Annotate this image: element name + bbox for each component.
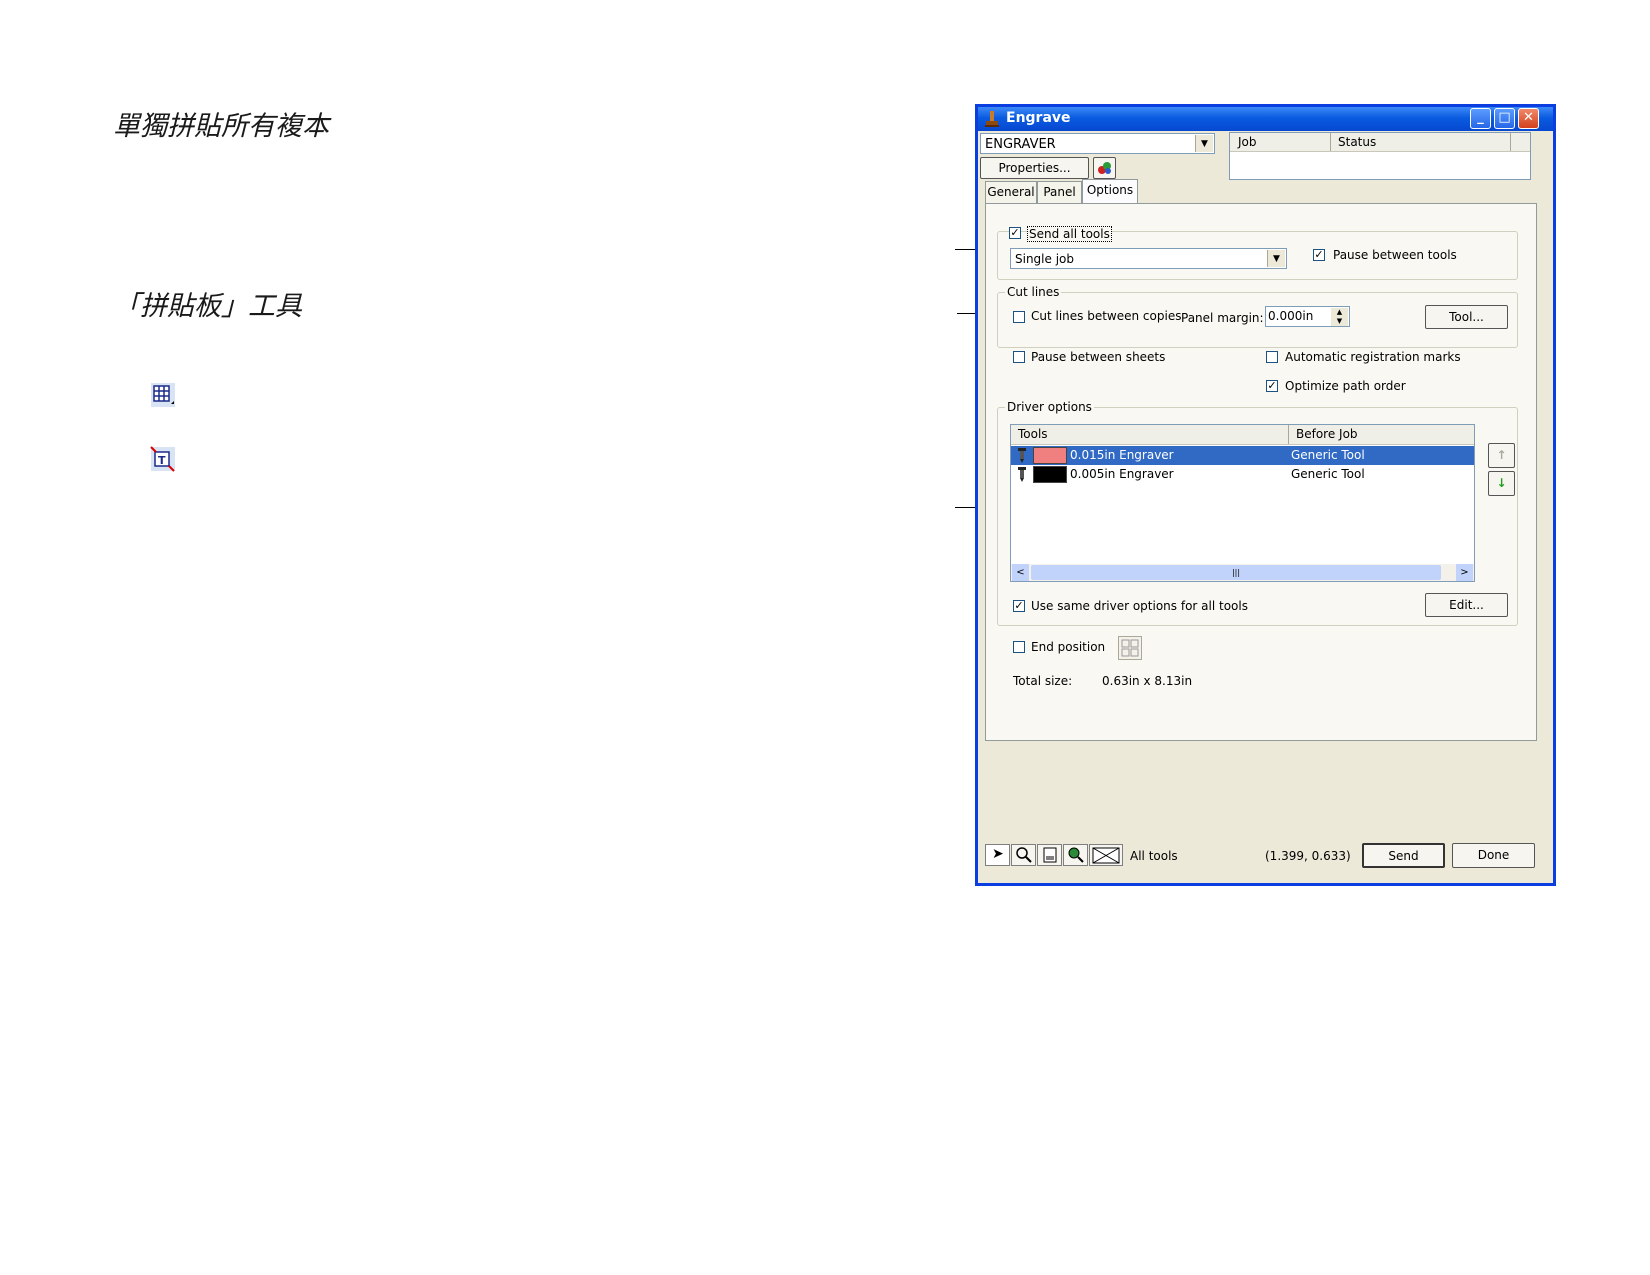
job-mode-value: Single job (1015, 252, 1074, 266)
minimize-button[interactable]: _ (1470, 108, 1491, 129)
status-tools-label: All tools (1130, 849, 1178, 863)
driver-options-legend: Driver options (1005, 400, 1094, 414)
table-row[interactable]: 0.005in Engraver Generic Tool (1011, 465, 1474, 484)
cut-lines-between-copies-checkbox[interactable] (1013, 311, 1025, 323)
pause-between-tools-checkbox[interactable]: ✓ (1313, 249, 1325, 261)
svg-text:T: T (158, 454, 166, 467)
chevron-down-icon[interactable]: ▼ (1195, 135, 1213, 152)
panel-margin-input[interactable]: 0.000in ▲ ▼ (1265, 306, 1350, 327)
device-select[interactable]: ENGRAVER ▼ (980, 133, 1215, 154)
cut-tool-button[interactable]: Tool... (1425, 305, 1508, 329)
zoom-icon (1016, 847, 1032, 863)
color-circles-icon (1097, 162, 1111, 174)
job-mode-select[interactable]: Single job ▼ (1010, 248, 1287, 269)
text-frame-icon: T (150, 446, 175, 472)
done-button[interactable]: Done (1452, 843, 1535, 868)
maximize-button[interactable]: □ (1494, 108, 1515, 129)
job-status-table[interactable]: Job Status (1229, 132, 1531, 180)
spin-up-arrow-icon[interactable]: ▲ (1331, 308, 1348, 317)
spin-down-arrow-icon[interactable]: ▼ (1331, 317, 1348, 326)
optimize-path-checkbox[interactable]: ✓ (1266, 380, 1278, 392)
edit-button[interactable]: Edit... (1425, 593, 1508, 617)
tab-general[interactable]: General (985, 181, 1037, 203)
envelope-view-button[interactable] (1089, 844, 1123, 866)
chevron-down-icon[interactable]: ▼ (1267, 250, 1285, 267)
move-down-button[interactable]: ↓ (1488, 471, 1515, 496)
zoom-fit-icon (1068, 847, 1084, 863)
tool-name: 0.015in Engraver (1070, 448, 1174, 462)
zoom-tool-button[interactable] (1011, 844, 1036, 866)
title-bar[interactable]: Engrave _ □ ✕ (978, 107, 1553, 131)
tools-column-header[interactable]: Tools (1018, 427, 1048, 441)
panel-margin-value: 0.000in (1268, 309, 1314, 323)
section-heading-tile-copies: 單獨拼貼所有複本 (113, 111, 329, 142)
scroll-left-button[interactable]: < (1012, 564, 1029, 581)
same-driver-options-label[interactable]: Use same driver options for all tools (1031, 599, 1248, 613)
job-table-header: Job Status (1230, 133, 1530, 152)
section-heading-tile-tool: 「拼貼板」工具 (113, 291, 302, 322)
cut-lines-between-copies-label[interactable]: Cut lines between copies (1031, 309, 1181, 323)
same-driver-options-checkbox[interactable]: ✓ (1013, 600, 1025, 612)
device-select-value: ENGRAVER (985, 137, 1056, 152)
end-position-label[interactable]: End position (1031, 640, 1105, 654)
pause-between-tools-label[interactable]: Pause between tools (1333, 248, 1457, 262)
cut-lines-legend: Cut lines (1005, 285, 1062, 299)
engraver-tool-icon (1018, 467, 1026, 482)
window-title: Engrave (1006, 110, 1071, 126)
column-divider (1330, 133, 1331, 151)
page-view-button[interactable] (1037, 844, 1062, 866)
scroll-right-button[interactable]: > (1456, 564, 1473, 581)
position-grid-icon (1121, 639, 1139, 657)
end-position-checkbox[interactable] (1013, 641, 1025, 653)
page-icon (1043, 847, 1057, 863)
horizontal-scrollbar[interactable]: < ||| > (1011, 564, 1474, 581)
pause-between-sheets-label[interactable]: Pause between sheets (1031, 350, 1165, 364)
total-size-label: Total size: (1013, 674, 1073, 688)
send-all-tools-label[interactable]: Send all tools (1027, 226, 1112, 242)
panel-margin-label: Panel margin: (1181, 311, 1264, 325)
move-up-button[interactable]: ↑ (1488, 443, 1515, 468)
auto-registration-label[interactable]: Automatic registration marks (1285, 350, 1461, 364)
close-button[interactable]: ✕ (1518, 108, 1539, 129)
tool-before-job: Generic Tool (1291, 467, 1365, 481)
engraver-tool-icon (1018, 448, 1026, 463)
grid-table-icon (151, 383, 175, 407)
tool-name: 0.005in Engraver (1070, 467, 1174, 481)
driver-tools-header: Tools Before Job (1011, 425, 1474, 445)
job-column-header[interactable]: Job (1238, 135, 1257, 149)
envelope-icon (1092, 847, 1120, 864)
select-tool-button[interactable]: ➤ (985, 844, 1010, 866)
column-divider (1510, 133, 1511, 151)
zoom-fit-button[interactable] (1063, 844, 1088, 866)
table-row[interactable]: 0.015in Engraver Generic Tool (1011, 446, 1474, 465)
optimize-path-label[interactable]: Optimize path order (1285, 379, 1406, 393)
send-all-tools-checkbox[interactable]: ✓ (1009, 227, 1021, 239)
engrave-stamp-icon (985, 111, 999, 127)
tab-options[interactable]: Options (1082, 179, 1138, 204)
scroll-thumb[interactable]: ||| (1031, 565, 1441, 580)
end-position-grid-button[interactable] (1118, 636, 1142, 660)
properties-button[interactable]: Properties... (980, 157, 1089, 179)
tool-color-swatch (1033, 466, 1067, 483)
tab-panel[interactable]: Panel (1037, 181, 1082, 203)
tool-before-job: Generic Tool (1291, 448, 1365, 462)
color-settings-button[interactable] (1093, 157, 1116, 179)
send-button[interactable]: Send (1362, 843, 1445, 868)
pause-between-sheets-checkbox[interactable] (1013, 351, 1025, 363)
arrow-pointer-icon: ➤ (992, 846, 1004, 862)
arrow-down-icon: ↓ (1496, 476, 1507, 490)
auto-registration-checkbox[interactable] (1266, 351, 1278, 363)
before-job-column-header[interactable]: Before Job (1296, 427, 1358, 441)
cursor-coordinates: (1.399, 0.633) (1265, 849, 1351, 863)
total-size-value: 0.63in x 8.13in (1102, 674, 1193, 688)
status-column-header[interactable]: Status (1338, 135, 1376, 149)
tool-color-swatch (1033, 447, 1067, 464)
arrow-up-icon: ↑ (1496, 448, 1507, 462)
column-divider (1288, 425, 1289, 444)
driver-tools-list[interactable]: Tools Before Job 0.015in Engraver Generi… (1010, 424, 1475, 582)
